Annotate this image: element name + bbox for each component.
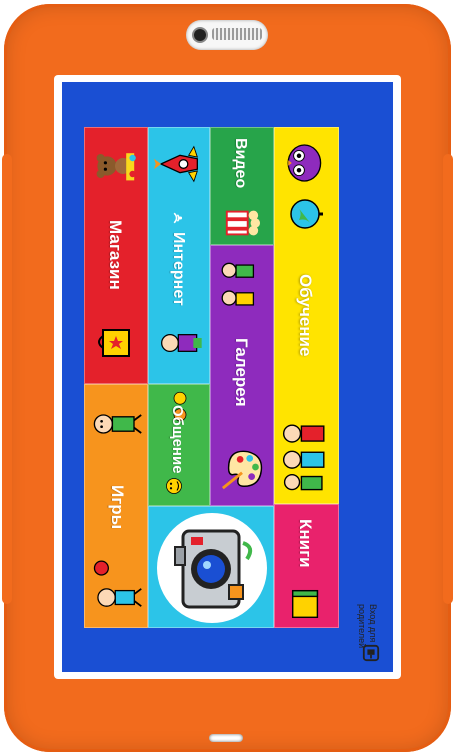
palette-icon <box>221 450 263 490</box>
tile-video-label: Видео <box>232 138 249 189</box>
tablet-screen: Магазин Игры Интернет Общение Видео Гале… <box>62 82 393 672</box>
tile-gallery-label: Галерея <box>232 338 251 407</box>
lock-icon <box>362 644 380 662</box>
wifi-icon <box>173 212 183 224</box>
ball-kid-icon <box>93 560 142 607</box>
kid-icon <box>93 414 142 434</box>
smiley-faces-bottom-icon <box>166 478 182 494</box>
charging-port <box>209 734 243 742</box>
tile-internet[interactable]: Интернет <box>148 127 210 384</box>
tile-games-label: Игры <box>108 485 127 530</box>
tile-chat-label: Общение <box>169 405 186 474</box>
tile-books-label: Книги <box>296 519 315 568</box>
rocket-icon <box>154 145 198 183</box>
book-icon <box>291 589 319 619</box>
kids-group-icon <box>282 424 325 491</box>
popcorn-icon <box>225 210 261 236</box>
tile-chat[interactable]: Общение <box>148 384 210 506</box>
camera-icon <box>174 529 253 609</box>
shopping-bag-icon <box>98 329 130 357</box>
globe-icon <box>290 199 323 229</box>
tile-gallery[interactable]: Галерея <box>210 245 274 506</box>
parent-login-text-line1: Вход <box>368 604 378 625</box>
front-camera-icon <box>194 29 206 41</box>
teddy-bear-icon <box>96 153 136 181</box>
kid-with-laptop-icon <box>161 334 202 352</box>
front-speaker <box>186 20 268 50</box>
tile-shop-label: Магазин <box>106 220 125 290</box>
tile-games[interactable]: Игры <box>84 384 148 628</box>
tile-video[interactable]: Видео <box>210 127 274 245</box>
tile-learning[interactable]: Обучение <box>274 127 339 504</box>
speaker-grill <box>212 28 262 40</box>
tile-camera[interactable] <box>148 506 274 628</box>
tile-books[interactable]: Книги <box>274 504 339 628</box>
tile-shop[interactable]: Магазин <box>84 127 148 384</box>
owl-icon <box>287 144 322 182</box>
kids-drawing-icon <box>221 262 255 306</box>
tile-learning-label: Обучение <box>296 274 315 357</box>
tile-internet-label: Интернет <box>170 232 187 306</box>
parent-login-area[interactable]: Вход для родителей <box>356 604 384 666</box>
